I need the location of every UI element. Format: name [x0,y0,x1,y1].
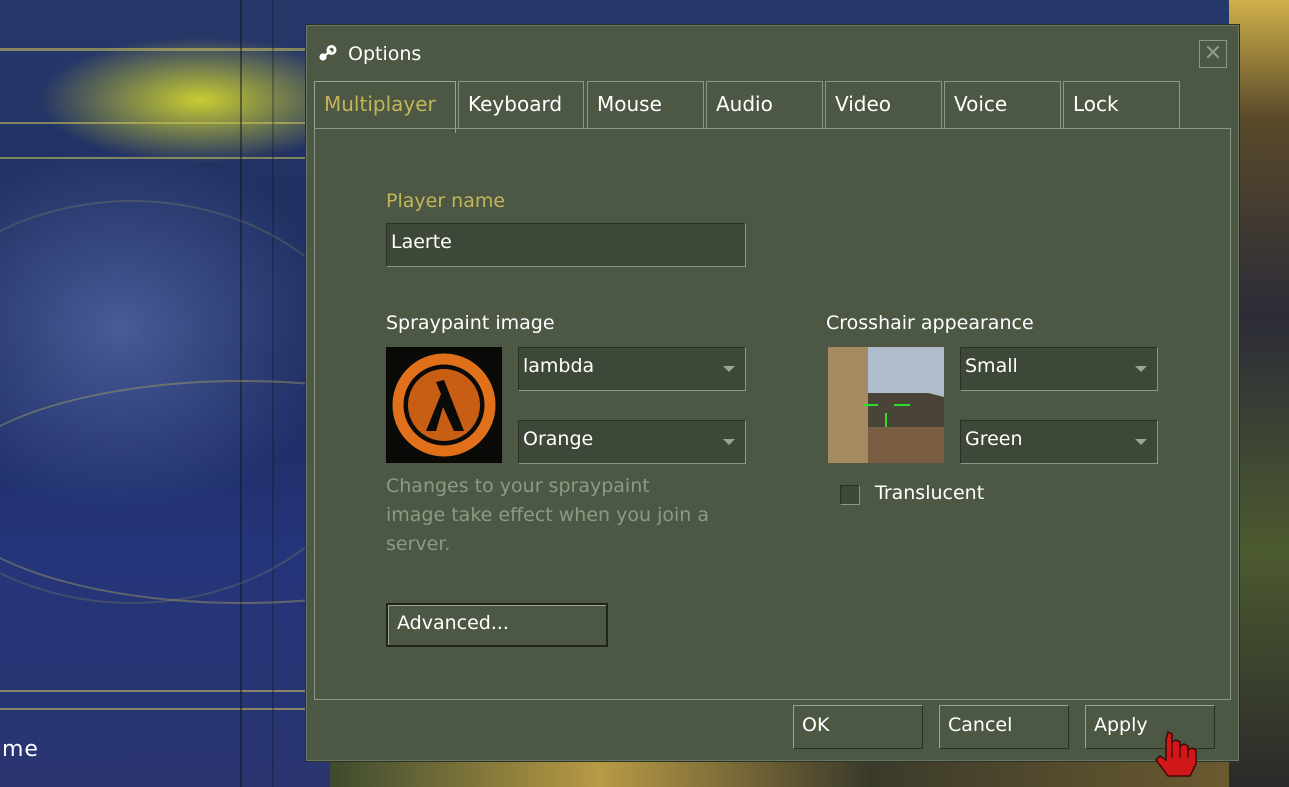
translucent-checkbox[interactable] [840,485,860,505]
crosshair-size-value: Small [965,355,1018,377]
player-name-input[interactable]: Laerte [386,223,746,267]
spraypaint-note: Changes to your spraypaint image take ef… [386,472,756,559]
title-bar[interactable]: Options ✕ [306,25,1239,81]
close-button[interactable]: ✕ [1199,40,1227,68]
chevron-down-icon [1135,366,1147,372]
advanced-button[interactable]: Advanced... [386,603,608,647]
cancel-button[interactable]: Cancel [939,705,1069,749]
crosshair-label: Crosshair appearance [826,312,1034,334]
tab-bar: Multiplayer Keyboard Mouse Audio Video V… [314,81,1180,133]
spraypaint-label: Spraypaint image [386,312,555,334]
player-name-label: Player name [386,190,506,212]
spraypaint-image-value: lambda [523,355,595,377]
chevron-down-icon [723,366,735,372]
hand-cursor-icon [1155,730,1197,777]
spraypaint-color-select[interactable]: Orange [518,420,746,464]
tab-mouse[interactable]: Mouse [587,81,704,129]
close-icon: ✕ [1203,41,1223,66]
spraypaint-note-line: server. [386,533,451,555]
spraypaint-preview [386,347,502,463]
tab-video[interactable]: Video [825,81,942,129]
spraypaint-note-line: image take effect when you join a [386,504,709,526]
tab-voice[interactable]: Voice [944,81,1061,129]
tab-audio[interactable]: Audio [706,81,823,129]
background-menu-text: me [2,737,39,762]
spraypaint-image-select[interactable]: lambda [518,347,746,391]
crosshair-size-select[interactable]: Small [960,347,1158,391]
steam-icon [319,45,337,61]
spraypaint-color-value: Orange [523,428,594,450]
options-dialog: Options ✕ Multiplayer Keyboard Mouse Aud… [305,24,1240,762]
tab-multiplayer[interactable]: Multiplayer [314,81,456,133]
spraypaint-note-line: Changes to your spraypaint [386,475,650,497]
window-title: Options [348,43,422,65]
tab-lock[interactable]: Lock [1063,81,1180,129]
chevron-down-icon [1135,439,1147,445]
crosshair-color-select[interactable]: Green [960,420,1158,464]
chevron-down-icon [723,439,735,445]
translucent-label[interactable]: Translucent [875,482,984,504]
tab-keyboard[interactable]: Keyboard [458,81,584,129]
crosshair-preview [828,347,944,463]
crosshair-color-value: Green [965,428,1023,450]
ok-button[interactable]: OK [793,705,923,749]
